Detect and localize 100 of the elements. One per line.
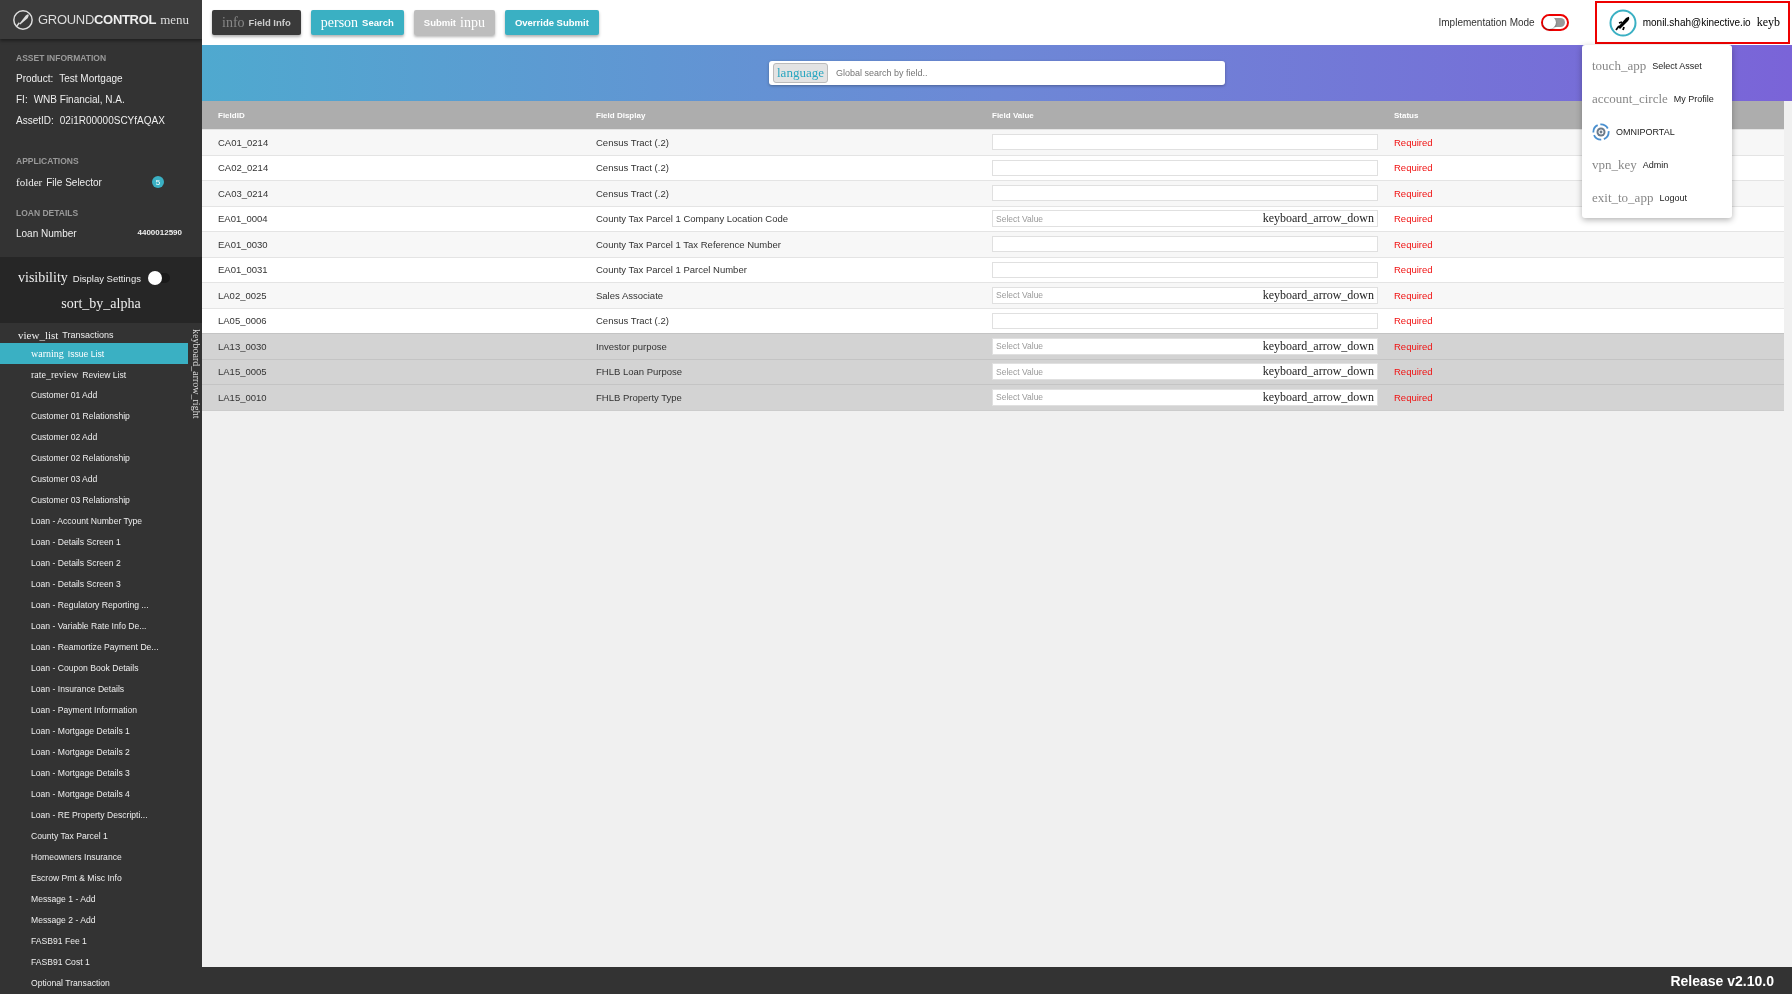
count-badge: 5: [152, 176, 164, 188]
transaction-item[interactable]: Loan - Insurance Details: [0, 679, 188, 700]
loan-number-label: Loan Number: [16, 228, 77, 239]
transaction-item[interactable]: Loan - Mortgage Details 4: [0, 784, 188, 805]
table-cell-text: Census Tract (.2): [595, 136, 670, 148]
info-label: Product:: [16, 73, 54, 84]
table-cell-text: Census Tract (.2): [595, 187, 670, 199]
menu-icon[interactable]: menu: [160, 11, 190, 28]
search-input[interactable]: Global search by field..: [833, 67, 1221, 79]
transaction-item[interactable]: Loan - Payment Information: [0, 700, 188, 721]
table-cell-text: County Tax Parcel 1 Tax Reference Number: [595, 238, 782, 250]
status-text: Required: [1393, 264, 1433, 276]
transaction-item[interactable]: Loan - Details Screen 2: [0, 553, 188, 574]
transaction-item[interactable]: FASB91 Fee 1: [0, 931, 188, 952]
value-input-field[interactable]: [992, 312, 1378, 329]
app-link[interactable]: File Selector: [46, 176, 148, 188]
transaction-item[interactable]: Customer 01 Relationship: [0, 406, 188, 427]
section-heading: ASSET INFORMATION: [16, 53, 108, 63]
table-cell-text: LA02_0025: [217, 289, 268, 301]
transaction-item[interactable]: Loan - Variable Rate Info De...: [0, 616, 188, 637]
transaction-item[interactable]: Homeowners Insurance: [0, 847, 188, 868]
value-input-field[interactable]: [992, 236, 1378, 253]
transaction-item[interactable]: Customer 03 Add: [0, 469, 188, 490]
status-text: Required: [1393, 315, 1433, 327]
table-cell-text: CA03_0214: [217, 187, 270, 199]
collapse-arrow-icon[interactable]: keyboard_arrow_right: [188, 323, 202, 994]
transaction-item[interactable]: Customer 02 Add: [0, 427, 188, 448]
transaction-item[interactable]: Loan - Regulatory Reporting ...: [0, 595, 188, 616]
display-settings-label: Display Settings: [72, 272, 141, 284]
transaction-item[interactable]: Customer 03 Relationship: [0, 490, 188, 511]
value-select-field[interactable]: Select Value keyboard_arrow_down: [992, 388, 1378, 406]
info-label: AssetID:: [16, 115, 54, 126]
table-cell-text: LA05_0006: [217, 315, 268, 327]
status-text: Required: [1393, 366, 1433, 378]
section-heading: LOAN DETAILS: [16, 208, 80, 218]
menu-item[interactable]: touch_app Select Asset: [1582, 49, 1732, 82]
status-text: Required: [1393, 136, 1433, 148]
transaction-item[interactable]: rate_review Review List: [0, 364, 188, 385]
column-header: Field Value: [991, 110, 1035, 120]
transaction-item[interactable]: Customer 02 Relationship: [0, 448, 188, 469]
table-cell-text: EA01_0030: [217, 238, 269, 250]
info-label: FI:: [16, 94, 28, 105]
column-header: Status: [1393, 110, 1420, 120]
app-logo-text: GROUNDCONTROL: [38, 12, 157, 27]
table-cell-text: EA01_0031: [217, 264, 269, 276]
table-cell-text: Census Tract (.2): [595, 162, 670, 174]
table-cell-text: Census Tract (.2): [595, 315, 670, 327]
folder-icon[interactable]: folder: [16, 176, 43, 188]
table-cell-text: EA01_0004: [217, 213, 269, 225]
visibility-icon[interactable]: visibility: [18, 270, 68, 286]
implementation-mode-label: Implementation Mode: [1438, 17, 1535, 28]
column-header: FieldID: [217, 110, 246, 120]
column-header: Field Display: [595, 110, 647, 120]
value-input-field[interactable]: [992, 159, 1378, 176]
value-select-field[interactable]: Select Value keyboard_arrow_down: [992, 337, 1378, 355]
transaction-item[interactable]: County Tax Parcel 1: [0, 826, 188, 847]
user-account-button[interactable]: monil.shah@kinective.io keyb: [1594, 1, 1790, 44]
table-cell-text: Sales Associate: [595, 289, 665, 301]
menu-item[interactable]: exit_to_app Logout: [1582, 181, 1732, 214]
transaction-item[interactable]: Loan - Account Number Type: [0, 511, 188, 532]
loan-number-value: 4400012590: [137, 228, 182, 239]
status-text: Required: [1393, 289, 1433, 301]
table-cell-text: LA15_0010: [217, 391, 268, 403]
transaction-item[interactable]: Loan - Details Screen 1: [0, 532, 188, 553]
status-text: Required: [1393, 213, 1433, 225]
transaction-item[interactable]: Loan - RE Property Descripti...: [0, 805, 188, 826]
table-cell-text: FHLB Property Type: [595, 391, 683, 403]
transaction-item[interactable]: Loan - Coupon Book Details: [0, 658, 188, 679]
status-text: Required: [1393, 238, 1433, 250]
transaction-item[interactable]: Message 2 - Add: [0, 910, 188, 931]
transaction-item[interactable]: Message 1 - Add: [0, 889, 188, 910]
transaction-item[interactable]: Loan - Details Screen 3: [0, 574, 188, 595]
status-text: Required: [1393, 340, 1433, 352]
sort-icon[interactable]: sort_by_alpha: [61, 296, 141, 312]
menu-item[interactable]: OMNIPORTAL: [1582, 115, 1732, 148]
transaction-item[interactable]: Loan - Mortgage Details 3: [0, 763, 188, 784]
section-heading: APPLICATIONS: [16, 156, 80, 166]
value-select-field[interactable]: Select Value keyboard_arrow_down: [992, 363, 1378, 381]
value-input-field[interactable]: [992, 185, 1378, 202]
transaction-item[interactable]: Loan - Mortgage Details 1: [0, 721, 188, 742]
release-version: Release v2.10.0: [1670, 972, 1774, 989]
value-select-field[interactable]: Select Value keyboard_arrow_down: [992, 210, 1378, 228]
transaction-item[interactable]: Customer 01 Add: [0, 385, 188, 406]
value-select-field[interactable]: Select Value keyboard_arrow_down: [992, 286, 1378, 304]
status-text: Required: [1393, 187, 1433, 199]
menu-item[interactable]: vpn_key Admin: [1582, 148, 1732, 181]
table-cell-text: County Tax Parcel 1 Company Location Code: [595, 213, 790, 225]
info-value: WNB Financial, N.A.: [33, 94, 125, 105]
display-settings-toggle[interactable]: [149, 273, 170, 283]
transaction-item[interactable]: Loan - Mortgage Details 2: [0, 742, 188, 763]
transaction-item[interactable]: Optional Transaction: [0, 973, 188, 994]
table-cell-text: LA13_0030: [217, 340, 268, 352]
transaction-item[interactable]: Loan - Reamortize Payment De...: [0, 637, 188, 658]
value-input-field[interactable]: [992, 261, 1378, 278]
toolbar-button[interactable]: info Field Info: [212, 10, 301, 35]
transaction-item[interactable]: FASB91 Cost 1: [0, 952, 188, 973]
menu-item[interactable]: account_circle My Profile: [1582, 82, 1732, 115]
table-cell-text: FHLB Loan Purpose: [595, 366, 684, 378]
transaction-item[interactable]: Escrow Pmt & Misc Info: [0, 868, 188, 889]
value-input-field[interactable]: [992, 134, 1378, 151]
